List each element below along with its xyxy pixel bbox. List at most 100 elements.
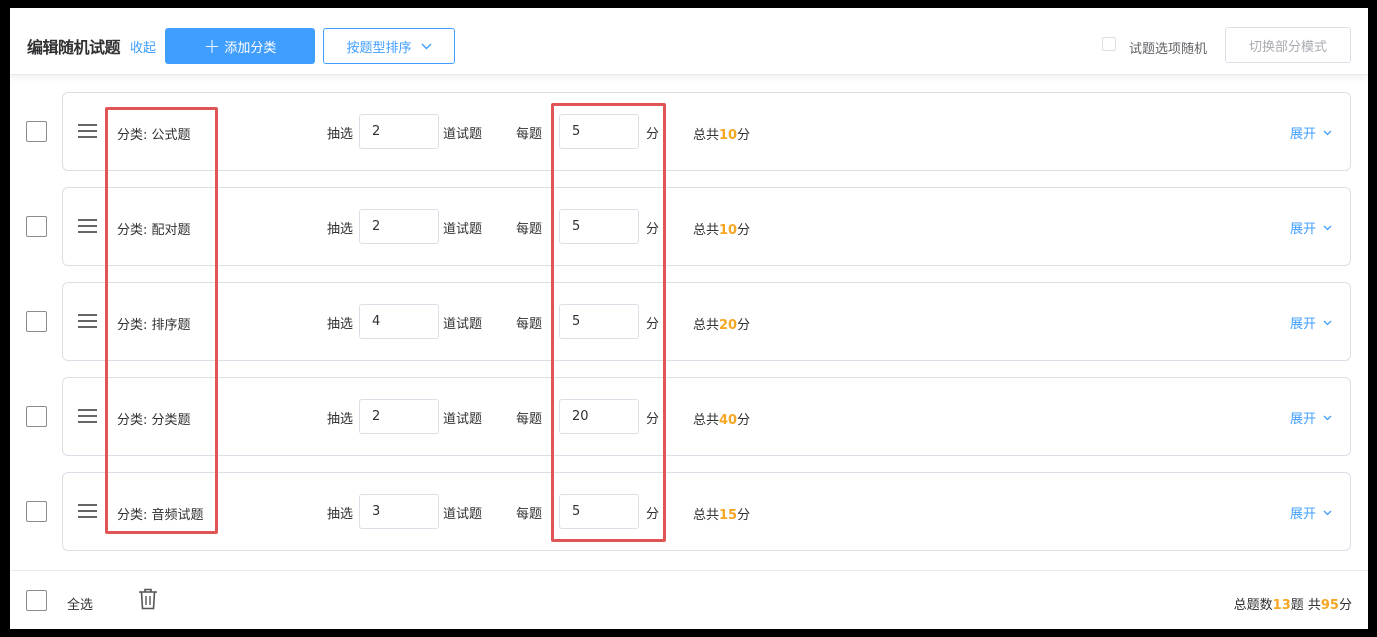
expand-button[interactable]: 展开 bbox=[1290, 123, 1332, 142]
total-prefix: 总共 bbox=[693, 128, 720, 143]
category-label: 分类: 配对题 bbox=[117, 223, 191, 238]
total-questions: 13 bbox=[1272, 598, 1291, 613]
chevron-down-icon bbox=[1323, 225, 1332, 230]
category-row: 分类: 配对题 抽选 2 道试题 每题 5 分 总共10分 展开 bbox=[62, 187, 1351, 266]
question-count-input[interactable]: 4 bbox=[359, 304, 439, 339]
row-total-value: 10 bbox=[719, 128, 738, 143]
add-category-label: 添加分类 bbox=[224, 40, 277, 56]
expand-button[interactable]: 展开 bbox=[1290, 313, 1332, 332]
draw-label: 抽选 bbox=[327, 412, 354, 427]
total-prefix: 总共 bbox=[693, 508, 720, 523]
row-checkbox[interactable] bbox=[26, 121, 47, 142]
row-total: 总共15分 bbox=[693, 504, 750, 523]
expand-label: 展开 bbox=[1290, 317, 1317, 332]
total-suffix: 分 bbox=[737, 508, 751, 523]
summary-text: 总题数13题 共95分 bbox=[1234, 594, 1352, 613]
random-options-checkbox[interactable] bbox=[1102, 37, 1116, 51]
collapse-link[interactable]: 收起 bbox=[130, 37, 156, 56]
row-checkbox[interactable] bbox=[26, 216, 47, 237]
questions-unit-label: 道试题 bbox=[443, 507, 483, 522]
question-count-input[interactable]: 2 bbox=[359, 399, 439, 434]
points-unit-label: 分 bbox=[646, 412, 660, 427]
per-question-label: 每题 bbox=[516, 507, 543, 522]
draw-label: 抽选 bbox=[327, 127, 354, 142]
drag-handle-icon[interactable] bbox=[78, 124, 97, 139]
chevron-down-icon bbox=[1323, 510, 1332, 515]
score-per-question-input[interactable]: 5 bbox=[559, 114, 639, 149]
category-label: 分类: 音频试题 bbox=[117, 508, 204, 523]
per-question-label: 每题 bbox=[516, 127, 543, 142]
total-points: 95 bbox=[1320, 598, 1339, 613]
row-total: 总共40分 bbox=[693, 409, 750, 428]
expand-button[interactable]: 展开 bbox=[1290, 408, 1332, 427]
expand-button[interactable]: 展开 bbox=[1290, 503, 1332, 522]
category-label: 分类: 分类题 bbox=[117, 413, 191, 428]
expand-button[interactable]: 展开 bbox=[1290, 218, 1332, 237]
switch-mode-button[interactable]: 切换部分模式 bbox=[1225, 27, 1351, 63]
question-count-input[interactable]: 3 bbox=[359, 494, 439, 529]
select-all-label: 全选 bbox=[67, 598, 94, 613]
row-total-value: 10 bbox=[719, 223, 738, 238]
row-total-value: 20 bbox=[719, 318, 738, 333]
score-per-question-input[interactable]: 5 bbox=[559, 494, 639, 529]
row-checkbox[interactable] bbox=[26, 406, 47, 427]
category-row: 分类: 音频试题 抽选 3 道试题 每题 5 分 总共15分 展开 bbox=[62, 472, 1351, 551]
question-count-input[interactable]: 2 bbox=[359, 209, 439, 244]
expand-label: 展开 bbox=[1290, 222, 1317, 237]
sort-by-type-button[interactable]: 按题型排序 bbox=[323, 28, 455, 64]
chevron-down-icon bbox=[1323, 415, 1332, 420]
footer-bar: 全选 总题数13题 共95分 bbox=[10, 570, 1368, 629]
draw-label: 抽选 bbox=[327, 317, 354, 332]
points-unit-label: 分 bbox=[646, 317, 660, 332]
expand-label: 展开 bbox=[1290, 127, 1317, 142]
row-total: 总共20分 bbox=[693, 314, 750, 333]
score-per-question-input[interactable]: 5 bbox=[559, 209, 639, 244]
summary-mid: 题 共 bbox=[1290, 598, 1321, 613]
header-bar: 编辑随机试题 收起 + 添加分类 按题型排序 试题选项随机 切换部分模式 bbox=[10, 8, 1368, 75]
draw-label: 抽选 bbox=[327, 222, 354, 237]
points-unit-label: 分 bbox=[646, 507, 660, 522]
drag-handle-icon[interactable] bbox=[78, 504, 97, 519]
row-total: 总共10分 bbox=[693, 219, 750, 238]
category-label: 分类: 公式题 bbox=[117, 128, 191, 143]
total-prefix: 总共 bbox=[693, 318, 720, 333]
category-row: 分类: 公式题 抽选 2 道试题 每题 5 分 总共10分 展开 bbox=[62, 92, 1351, 171]
score-per-question-input[interactable]: 20 bbox=[559, 399, 639, 434]
drag-handle-icon[interactable] bbox=[78, 314, 97, 329]
add-category-button[interactable]: + 添加分类 bbox=[165, 28, 315, 64]
question-count-input[interactable]: 2 bbox=[359, 114, 439, 149]
score-per-question-input[interactable]: 5 bbox=[559, 304, 639, 339]
edit-random-questions-panel: 编辑随机试题 收起 + 添加分类 按题型排序 试题选项随机 切换部分模式 分类:… bbox=[10, 8, 1368, 629]
total-prefix: 总共 bbox=[693, 223, 720, 238]
points-unit-label: 分 bbox=[646, 222, 660, 237]
chevron-down-icon bbox=[421, 43, 431, 49]
select-all-checkbox[interactable] bbox=[26, 590, 47, 611]
drag-handle-icon[interactable] bbox=[78, 219, 97, 234]
per-question-label: 每题 bbox=[516, 317, 543, 332]
page-title: 编辑随机试题 bbox=[27, 38, 121, 57]
questions-unit-label: 道试题 bbox=[443, 412, 483, 427]
category-row: 分类: 排序题 抽选 4 道试题 每题 5 分 总共20分 展开 bbox=[62, 282, 1351, 361]
total-suffix: 分 bbox=[737, 223, 751, 238]
per-question-label: 每题 bbox=[516, 412, 543, 427]
total-prefix: 总共 bbox=[693, 413, 720, 428]
chevron-down-icon bbox=[1323, 130, 1332, 135]
plus-icon: + bbox=[203, 34, 221, 58]
drag-handle-icon[interactable] bbox=[78, 409, 97, 424]
summary-prefix: 总题数 bbox=[1233, 598, 1273, 613]
expand-label: 展开 bbox=[1290, 507, 1317, 522]
summary-suffix: 分 bbox=[1338, 598, 1352, 613]
row-total: 总共10分 bbox=[693, 124, 750, 143]
row-total-value: 40 bbox=[719, 413, 738, 428]
row-checkbox[interactable] bbox=[26, 311, 47, 332]
category-row: 分类: 分类题 抽选 2 道试题 每题 20 分 总共40分 展开 bbox=[62, 377, 1351, 456]
trash-icon[interactable] bbox=[138, 588, 158, 610]
random-options-label: 试题选项随机 bbox=[1129, 42, 1208, 57]
per-question-label: 每题 bbox=[516, 222, 543, 237]
row-checkbox[interactable] bbox=[26, 501, 47, 522]
draw-label: 抽选 bbox=[327, 507, 354, 522]
category-label: 分类: 排序题 bbox=[117, 318, 191, 333]
questions-unit-label: 道试题 bbox=[443, 317, 483, 332]
questions-unit-label: 道试题 bbox=[443, 127, 483, 142]
total-suffix: 分 bbox=[737, 318, 751, 333]
